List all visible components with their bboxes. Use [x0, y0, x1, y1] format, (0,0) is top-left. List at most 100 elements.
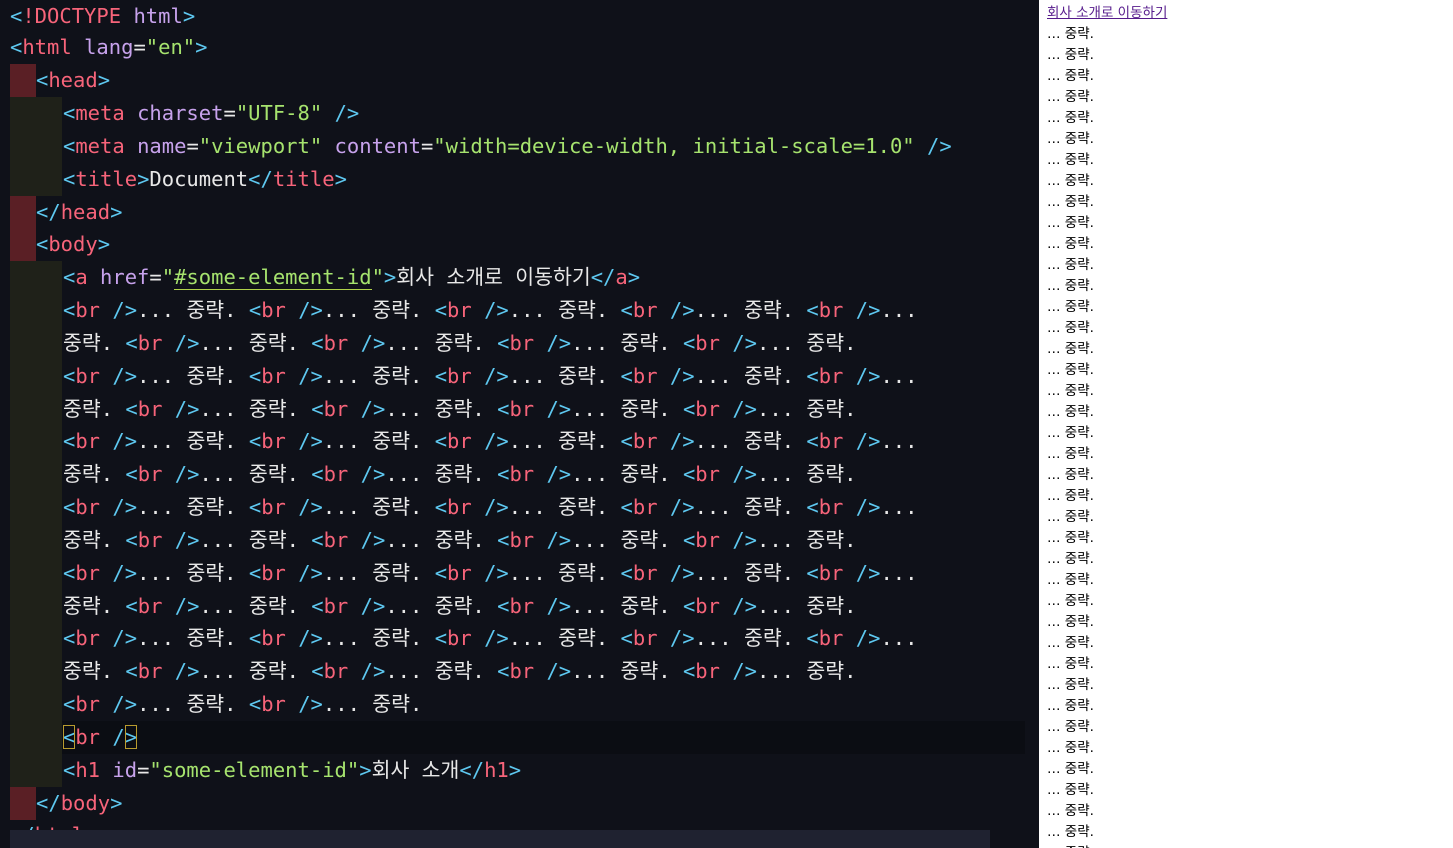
preview-omitted-line: … 중략. [1047, 26, 1094, 42]
indent-guide [10, 754, 36, 787]
preview-omitted-line: … 중략. [1047, 761, 1094, 777]
code-line[interactable]: <br />... 중략. <br />... 중략. <br />... 중략… [0, 294, 1039, 327]
preview-omitted-line: … 중략. [1047, 257, 1094, 273]
preview-omitted-line: … 중략. [1047, 614, 1094, 630]
code-text: 중략. <br />... 중략. <br />... 중략. <br />..… [63, 594, 857, 618]
code-line[interactable]: 중략. <br />... 중략. <br />... 중략. <br />..… [0, 655, 1039, 688]
preview-omitted-line: … 중략. [1047, 843, 1094, 848]
code-line[interactable]: <!DOCTYPE html> [0, 0, 1039, 33]
code-line[interactable]: <meta charset="UTF-8" /> [0, 97, 1039, 130]
preview-omitted-line: … 중략. [1047, 383, 1094, 399]
preview-omitted-line: … 중략. [1047, 572, 1094, 588]
preview-omitted-line: … 중략. [1047, 803, 1094, 819]
preview-omitted-line: … 중략. [1047, 677, 1094, 693]
preview-omitted-line: … 중략. [1047, 152, 1094, 168]
indent-guide-marker [10, 196, 36, 229]
preview-omitted-line: … 중략. [1047, 719, 1094, 735]
indent-guide [36, 327, 62, 360]
code-line[interactable]: <h1 id="some-element-id">회사 소개</h1> [0, 754, 1039, 787]
code-line[interactable]: <br />... 중략. <br />... 중략. <br />... 중략… [0, 491, 1039, 524]
preview-omitted-line: … 중략. [1047, 236, 1094, 252]
preview-omitted-line: … 중략. [1047, 425, 1094, 441]
indent-guide [36, 163, 62, 196]
preview-omitted-line: … 중략. [1047, 530, 1094, 546]
code-line[interactable]: 중략. <br />... 중략. <br />... 중략. <br />..… [0, 524, 1039, 557]
indent-guide [10, 425, 36, 458]
code-line[interactable]: <head> [0, 64, 1039, 97]
preview-omitted-line: … 중략. [1047, 593, 1094, 609]
preview-omitted-line: … 중략. [1047, 299, 1094, 315]
preview-omitted-line: … 중략. [1047, 656, 1094, 672]
indent-guide [36, 261, 62, 294]
code-text: 중략. <br />... 중략. <br />... 중략. <br />..… [63, 462, 857, 486]
preview-omitted-line: … 중략. [1047, 404, 1094, 420]
code-text: <br />... 중략. <br />... 중략. <br />... 중략… [63, 561, 918, 585]
code-text: <br />... 중략. <br />... 중략. <br />... 중략… [63, 298, 918, 322]
code-line[interactable]: <html lang="en"> [0, 31, 1039, 64]
code-line[interactable]: <a href="#some-element-id">회사 소개로 이동하기</… [0, 261, 1039, 294]
indent-guide [10, 294, 36, 327]
indent-guide [10, 130, 36, 163]
code-text: 중략. <br />... 중략. <br />... 중략. <br />..… [63, 528, 857, 552]
code-line[interactable]: 중략. <br />... 중략. <br />... 중략. <br />..… [0, 393, 1039, 426]
code-line[interactable]: <title>Document</title> [0, 163, 1039, 196]
code-text: <meta name="viewport" content="width=dev… [63, 134, 952, 158]
company-intro-link[interactable]: 회사 소개로 이동하기 [1047, 4, 1167, 22]
code-line-current[interactable]: <br /> [0, 721, 1039, 754]
code-text: <meta charset="UTF-8" /> [63, 101, 360, 125]
code-text: </body> [36, 791, 123, 815]
code-line[interactable]: 중략. <br />... 중략. <br />... 중략. <br />..… [0, 590, 1039, 623]
code-text: <a href="#some-element-id">회사 소개로 이동하기</… [63, 265, 641, 290]
code-line[interactable]: </head> [0, 196, 1039, 229]
code-line[interactable]: <br />... 중략. <br />... 중략. <br />... 중략… [0, 622, 1039, 655]
preview-omitted-line: … 중략. [1047, 341, 1094, 357]
code-line[interactable]: 중략. <br />... 중략. <br />... 중략. <br />..… [0, 458, 1039, 491]
preview-omitted-line: … 중략. [1047, 110, 1094, 126]
indent-guide [10, 261, 36, 294]
indent-guide [10, 524, 36, 557]
indent-guide [10, 458, 36, 491]
indent-guide-marker [10, 228, 36, 261]
preview-omitted-line: … 중략. [1047, 173, 1094, 189]
bracket-match-open: < [63, 725, 76, 749]
code-line[interactable]: <br />... 중략. <br />... 중략. <br />... 중략… [0, 360, 1039, 393]
code-text: <body> [36, 232, 111, 256]
indent-guide [36, 557, 62, 590]
indent-guide [10, 688, 36, 721]
preview-omitted-line: … 중략. [1047, 740, 1094, 756]
href-link-value[interactable]: #some-element-id [174, 265, 372, 290]
code-line[interactable]: <br />... 중략. <br />... 중략. <br />... 중략… [0, 557, 1039, 590]
indent-guide [36, 688, 62, 721]
code-line[interactable]: 중략. <br />... 중략. <br />... 중략. <br />..… [0, 327, 1039, 360]
code-line[interactable]: <br />... 중략. <br />... 중략. [0, 688, 1039, 721]
indent-guide [36, 393, 62, 426]
preview-omitted-line: … 중략. [1047, 215, 1094, 231]
code-text: <br />... 중략. <br />... 중략. <br />... 중략… [63, 495, 918, 519]
indent-guide [36, 622, 62, 655]
code-line[interactable]: </body> [0, 787, 1039, 820]
code-text: <h1 id="some-element-id">회사 소개</h1> [63, 758, 522, 782]
code-text: 중략. <br />... 중략. <br />... 중략. <br />..… [63, 659, 857, 683]
code-line[interactable]: <body> [0, 228, 1039, 261]
preview-omitted-line: … 중략. [1047, 782, 1094, 798]
indent-guide [10, 622, 36, 655]
code-line[interactable]: <meta name="viewport" content="width=dev… [0, 130, 1039, 163]
indent-guide [36, 524, 62, 557]
indent-guide [10, 360, 36, 393]
code-line[interactable]: <br />... 중략. <br />... 중략. <br />... 중략… [0, 425, 1039, 458]
code-text: <br />... 중략. <br />... 중략. <br />... 중략… [63, 364, 918, 388]
preview-omitted-line: … 중략. [1047, 362, 1094, 378]
code-text: <br />... 중략. <br />... 중략. <br />... 중략… [63, 429, 918, 453]
code-text: <br /> [63, 725, 138, 749]
code-editor[interactable]: <!DOCTYPE html> <html lang="en"> <head> … [0, 0, 1039, 848]
indent-guide [10, 163, 36, 196]
preview-omitted-line: … 중략. [1047, 509, 1094, 525]
horizontal-scrollbar[interactable] [10, 830, 990, 848]
preview-omitted-line: … 중략. [1047, 635, 1094, 651]
indent-guide [10, 557, 36, 590]
indent-guide [36, 294, 62, 327]
indent-guide [36, 425, 62, 458]
indent-guide [10, 721, 36, 754]
code-text: <!DOCTYPE html> [10, 4, 196, 28]
code-text: <br />... 중략. <br />... 중략. <br />... 중략… [63, 626, 918, 650]
